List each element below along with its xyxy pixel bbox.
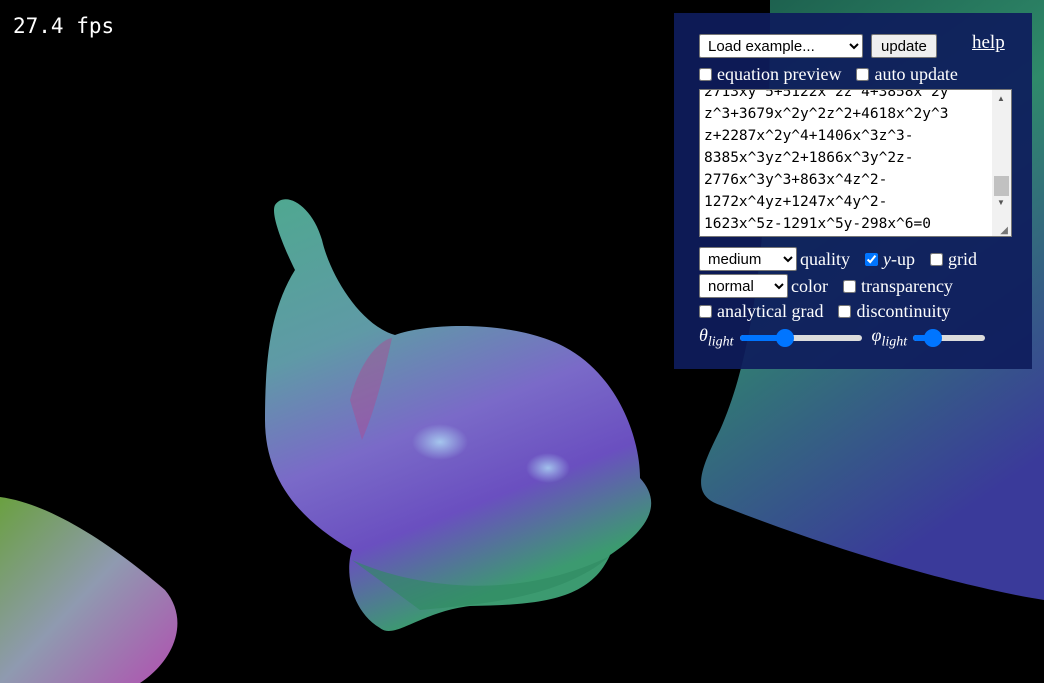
transparency-checkbox[interactable] xyxy=(842,279,856,293)
theta-light-label: θlight xyxy=(699,325,734,350)
phi-light-slider[interactable] xyxy=(913,328,986,347)
quality-label: quality xyxy=(800,248,850,269)
resize-handle-icon[interactable]: ◢ xyxy=(1000,225,1008,236)
equation-preview-checkbox[interactable] xyxy=(699,68,712,81)
auto-update-label: auto update xyxy=(874,64,958,84)
scroll-down-icon[interactable]: ▼ xyxy=(997,198,1005,207)
phi-light-label: φlight xyxy=(871,325,908,350)
discontinuity-checkbox[interactable] xyxy=(838,305,852,318)
equation-preview-label: equation preview xyxy=(717,64,842,84)
auto-update-checkbox[interactable] xyxy=(856,68,870,81)
update-button[interactable]: update xyxy=(871,34,937,58)
grid-checkbox[interactable] xyxy=(930,252,943,266)
y-up-checkbox[interactable] xyxy=(865,252,878,266)
analytical-grad-checkbox[interactable] xyxy=(699,305,712,318)
phi-slider-thumb[interactable] xyxy=(924,328,943,347)
equation-textarea[interactable]: 2713xy^5+5122x^2z^4+3858x^2y z^3+3679x^2y… xyxy=(699,89,1012,237)
transparency-label: transparency xyxy=(860,275,953,296)
equation-text: 2713xy^5+5122x^2z^4+3858x^2y z^3+3679x^2y… xyxy=(704,89,949,232)
analytical-grad-label: analytical grad xyxy=(717,301,824,321)
discontinuity-label: discontinuity xyxy=(856,301,951,321)
y-up-label: y-up xyxy=(883,248,915,269)
theta-light-slider[interactable] xyxy=(739,328,862,347)
theta-slider-thumb[interactable] xyxy=(775,328,794,347)
color-label: color xyxy=(791,275,828,296)
grid-label: grid xyxy=(948,248,977,269)
color-select[interactable]: normal xyxy=(699,274,788,298)
equation-scrollbar[interactable]: ▲ ▼ xyxy=(992,90,1011,236)
scroll-up-icon[interactable]: ▲ xyxy=(997,94,1005,103)
quality-select[interactable]: medium xyxy=(699,247,797,271)
help-link[interactable]: help xyxy=(972,32,1005,54)
fps-counter: 27.4 fps xyxy=(13,14,115,38)
control-panel: Load example... update help equation pre… xyxy=(674,13,1032,369)
example-select[interactable]: Load example... xyxy=(699,34,863,58)
scroll-thumb[interactable] xyxy=(994,176,1009,196)
